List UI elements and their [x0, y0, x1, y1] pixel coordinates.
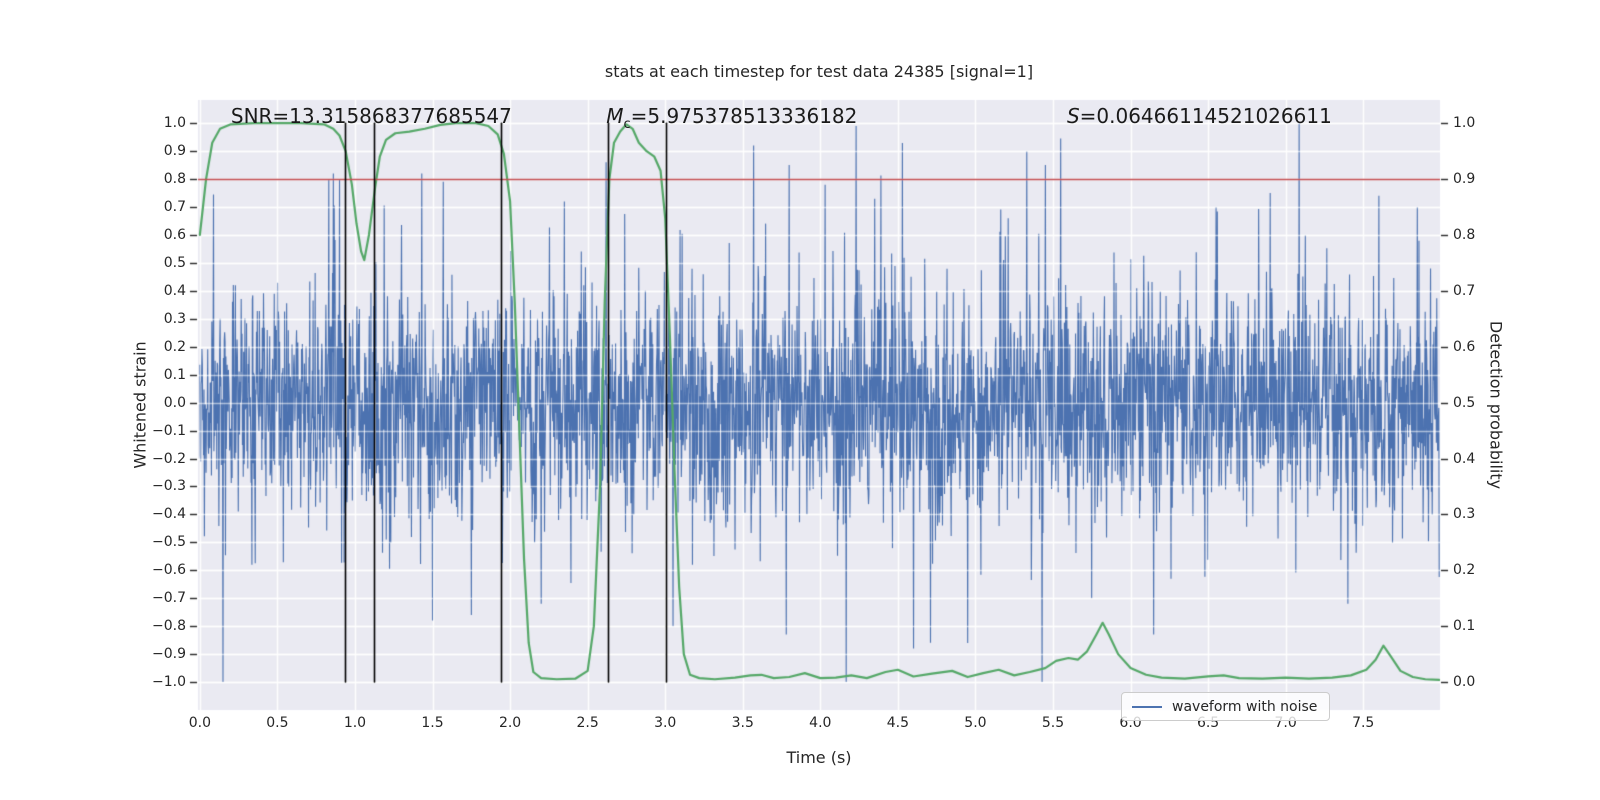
y-tick-label-left: −0.9: [152, 646, 186, 663]
x-tick-label: 7.5: [1352, 715, 1375, 731]
x-tick-label: 2.0: [498, 715, 522, 731]
y-tick-label-right: 0.1: [1453, 618, 1476, 635]
y-tick-label-left: −0.6: [152, 562, 186, 579]
y-tick-label-left: 0.5: [163, 254, 186, 271]
y-tick-label-right: 1.0: [1453, 115, 1476, 132]
y-tick-label-right: 0.0: [1453, 674, 1476, 691]
y-tick-label-right: 0.4: [1453, 450, 1476, 467]
y-tick-label-left: 0.7: [163, 199, 186, 216]
annotation-chirp-mass: Mc=5.975378513336182: [606, 104, 857, 132]
y-tick-label-left: −0.5: [152, 534, 186, 551]
y-tick-label-left: −0.7: [152, 590, 186, 607]
x-tick-label: 1.5: [421, 715, 444, 731]
y-tick-label-left: 0.4: [163, 282, 186, 299]
x-tick-label: 4.0: [809, 715, 832, 731]
x-tick-label: 3.5: [731, 715, 754, 731]
y-tick-label-right: 0.2: [1453, 562, 1476, 579]
y-tick-label-right: 0.8: [1453, 226, 1476, 243]
y-tick-label-left: −0.8: [152, 618, 186, 635]
annotation-mc-subscript: c: [623, 117, 631, 132]
y-tick-label-left: 0.3: [163, 310, 186, 327]
x-axis-label: Time (s): [786, 748, 852, 767]
y-tick-label-right: 0.5: [1453, 394, 1476, 411]
y-tick-label-left: 1.0: [163, 115, 186, 132]
y-axis-label-right: Detection probability: [1486, 320, 1506, 490]
y-tick-label-left: −0.4: [152, 506, 186, 523]
chart-title: stats at each timestep for test data 243…: [604, 62, 1034, 81]
legend-label: waveform with noise: [1172, 698, 1318, 715]
legend: waveform with noise: [1121, 692, 1331, 721]
x-tick-label: 4.5: [886, 715, 909, 731]
y-tick-label-left: −0.3: [152, 478, 186, 495]
y-tick-label-right: 0.3: [1453, 506, 1476, 523]
x-tick-label: 0.5: [266, 715, 289, 731]
y-tick-label-left: 0.8: [163, 171, 186, 188]
x-tick-label: 0.0: [188, 715, 211, 731]
y-tick-label-left: 0.9: [163, 143, 186, 160]
figure: stats at each timestep for test data 243…: [0, 0, 1600, 800]
x-tick-label: 2.5: [576, 715, 599, 731]
annotation-mc-symbol: M: [606, 104, 624, 128]
y-tick-label-left: −1.0: [152, 674, 186, 691]
annotation-s-value: =0.06466114521026611: [1079, 104, 1332, 128]
x-tick-label: 3.0: [654, 715, 677, 731]
annotation-s-stat: S=0.06466114521026611: [1067, 104, 1332, 128]
annotation-mc-value: =5.975378513336182: [630, 104, 858, 128]
annotation-snr-text: SNR=13.315868377685547: [230, 104, 512, 128]
annotation-s-symbol: S: [1066, 104, 1080, 128]
legend-line-sample: [1132, 705, 1162, 708]
y-tick-label-right: 0.7: [1453, 282, 1476, 299]
x-tick-label: 5.5: [1041, 715, 1065, 731]
y-tick-label-left: −0.2: [152, 450, 186, 467]
y-tick-label-left: 0.1: [163, 366, 186, 383]
y-tick-label-left: 0.0: [163, 394, 186, 411]
x-tick-label: 5.0: [964, 715, 987, 731]
y-tick-label-right: 0.6: [1453, 338, 1476, 355]
y-tick-label-left: −0.1: [152, 422, 186, 439]
y-tick-label-left: 0.6: [163, 226, 186, 243]
y-tick-label-left: 0.2: [163, 338, 186, 355]
y-tick-label-right: 0.9: [1453, 171, 1476, 188]
x-tick-label: 1.0: [343, 715, 367, 731]
annotation-snr: SNR=13.315868377685547: [231, 104, 512, 128]
